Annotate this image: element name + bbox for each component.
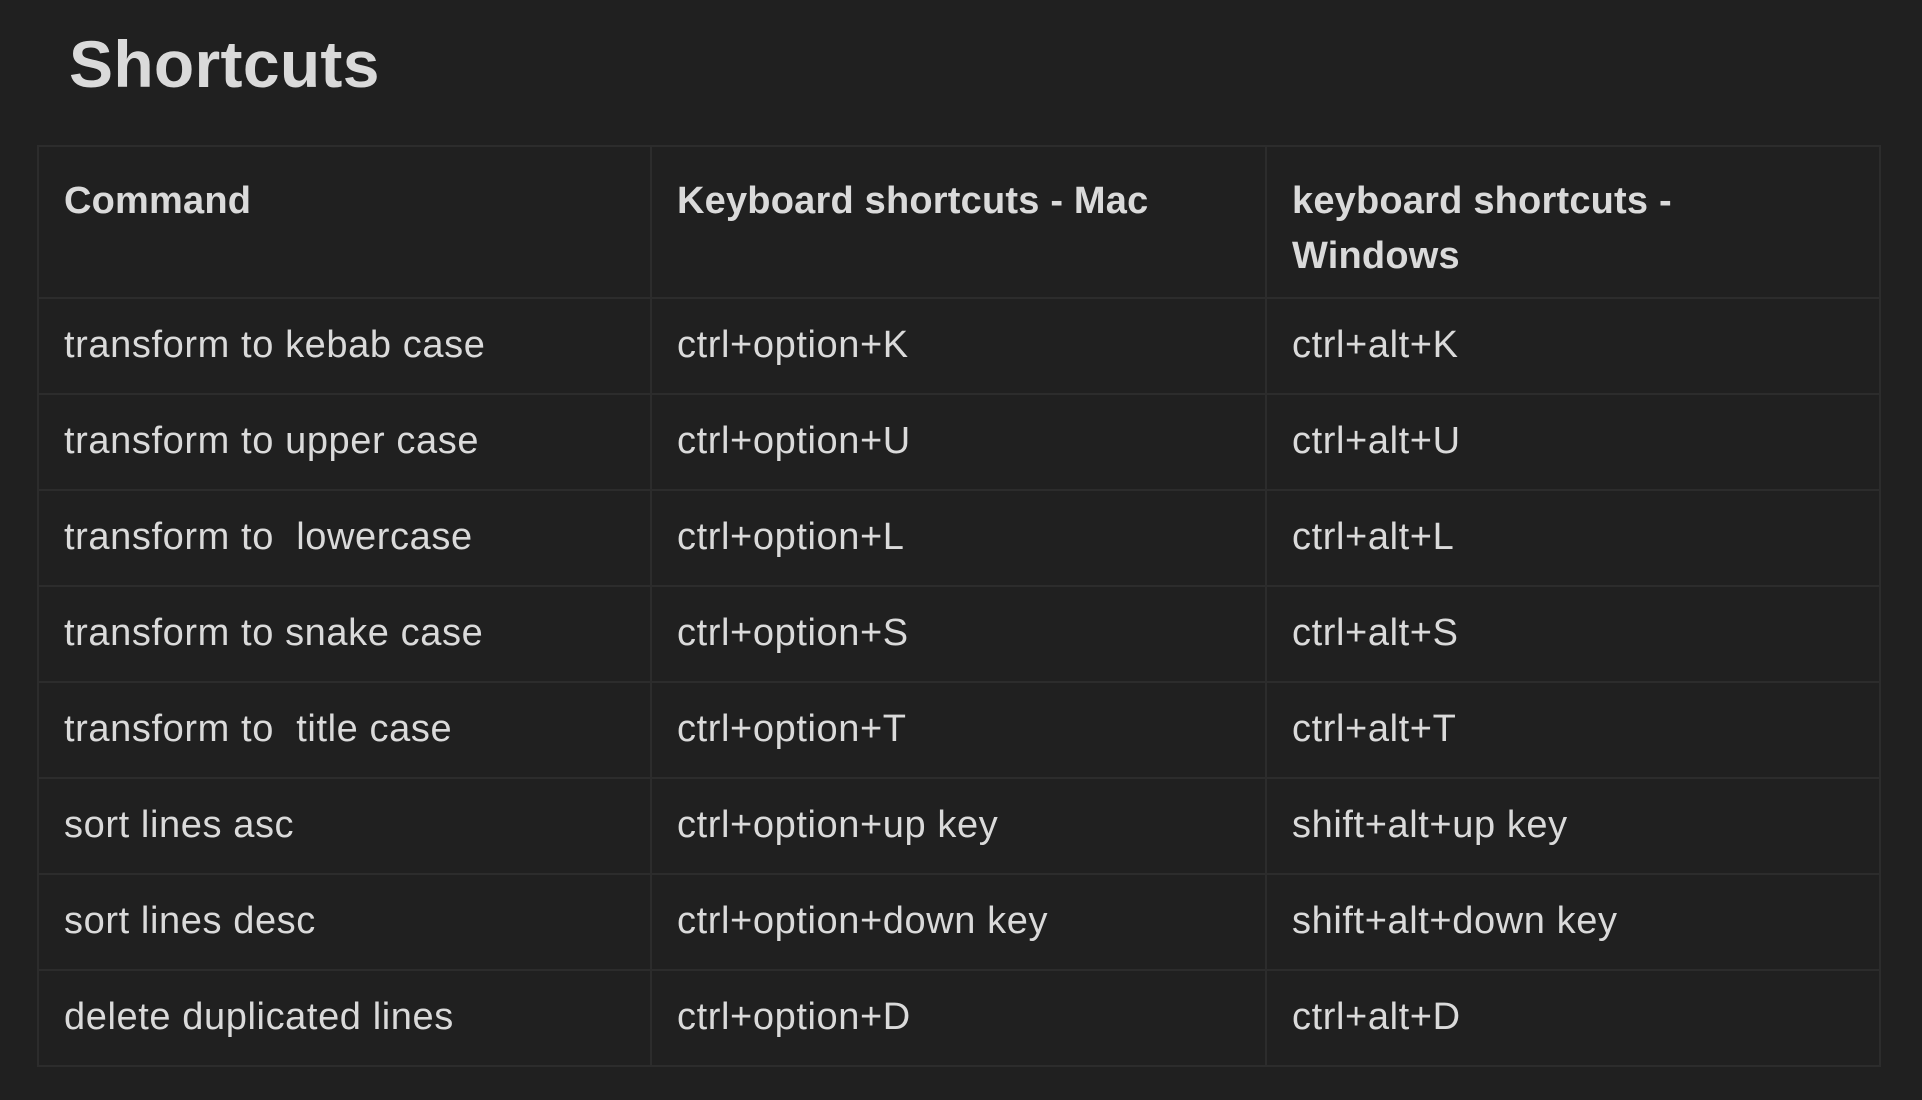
- mac-shortcut-cell: ctrl+option+L: [650, 489, 1267, 587]
- mac-shortcut-cell: ctrl+option+K: [650, 297, 1267, 395]
- mac-shortcut-cell: ctrl+option+U: [650, 393, 1267, 491]
- windows-shortcut-cell: ctrl+alt+S: [1265, 585, 1881, 683]
- page-title: Shortcuts: [69, 27, 380, 101]
- windows-shortcut-cell: shift+alt+down key: [1265, 873, 1881, 971]
- command-cell: transform to snake case: [37, 585, 652, 683]
- mac-shortcut-cell: ctrl+option+D: [650, 969, 1267, 1067]
- column-header-windows: keyboard shortcuts - Windows: [1265, 145, 1881, 299]
- column-header-mac: Keyboard shortcuts - Mac: [650, 145, 1267, 299]
- command-cell: delete duplicated lines: [37, 969, 652, 1067]
- windows-shortcut-cell: ctrl+alt+L: [1265, 489, 1881, 587]
- mac-shortcut-cell: ctrl+option+down key: [650, 873, 1267, 971]
- command-cell: transform to kebab case: [37, 297, 652, 395]
- column-header-label: keyboard shortcuts - Windows: [1292, 180, 1672, 277]
- mac-shortcut-cell: ctrl+option+up key: [650, 777, 1267, 875]
- table-row: transform to lowercase ctrl+option+L ctr…: [37, 489, 1881, 587]
- table-row: delete duplicated lines ctrl+option+D ct…: [37, 969, 1881, 1067]
- command-cell: sort lines asc: [37, 777, 652, 875]
- windows-shortcut-cell: ctrl+alt+T: [1265, 681, 1881, 779]
- table-header-row: Command Keyboard shortcuts - Mac keyboar…: [37, 145, 1881, 299]
- windows-shortcut-cell: ctrl+alt+D: [1265, 969, 1881, 1067]
- windows-shortcut-cell: ctrl+alt+K: [1265, 297, 1881, 395]
- table-row: transform to snake case ctrl+option+S ct…: [37, 585, 1881, 683]
- column-header-label: Command: [64, 180, 252, 222]
- table-row: transform to title case ctrl+option+T ct…: [37, 681, 1881, 779]
- command-cell: transform to upper case: [37, 393, 652, 491]
- table-row: transform to upper case ctrl+option+U ct…: [37, 393, 1881, 491]
- command-cell: sort lines desc: [37, 873, 652, 971]
- column-header-label: Keyboard shortcuts - Mac: [677, 180, 1149, 222]
- windows-shortcut-cell: shift+alt+up key: [1265, 777, 1881, 875]
- column-header-command: Command: [37, 145, 652, 299]
- windows-shortcut-cell: ctrl+alt+U: [1265, 393, 1881, 491]
- mac-shortcut-cell: ctrl+option+S: [650, 585, 1267, 683]
- table-row: sort lines asc ctrl+option+up key shift+…: [37, 777, 1881, 875]
- mac-shortcut-cell: ctrl+option+T: [650, 681, 1267, 779]
- table-row: sort lines desc ctrl+option+down key shi…: [37, 873, 1881, 971]
- shortcuts-table: Command Keyboard shortcuts - Mac keyboar…: [37, 145, 1881, 1067]
- table-row: transform to kebab case ctrl+option+K ct…: [37, 297, 1881, 395]
- command-cell: transform to lowercase: [37, 489, 652, 587]
- command-cell: transform to title case: [37, 681, 652, 779]
